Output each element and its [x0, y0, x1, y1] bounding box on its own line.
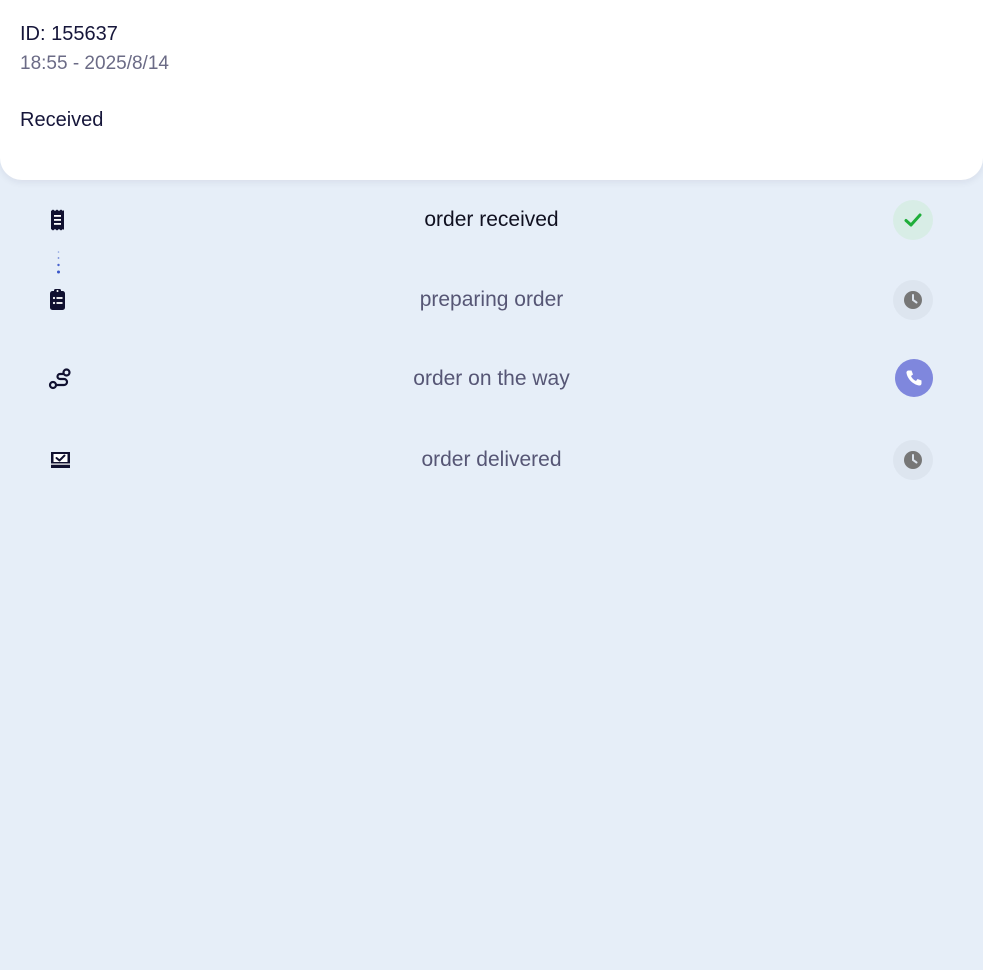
order-id: ID: 155637 — [20, 23, 118, 45]
check-icon — [904, 213, 922, 227]
phone-icon — [906, 370, 922, 386]
step-status-badge — [893, 200, 933, 240]
step-status-badge — [893, 280, 933, 320]
call-courier-button[interactable] — [895, 359, 933, 397]
clock-icon — [904, 291, 922, 309]
clock-icon — [904, 451, 922, 469]
step-status-badge — [893, 440, 933, 480]
step-order-on-the-way: order on the way — [0, 359, 983, 399]
order-header-card: ID: 155637 18:55 - 2025/8/14 Received — [0, 0, 983, 180]
step-preparing-order: preparing order — [0, 280, 983, 320]
step-label: preparing order — [419, 288, 564, 311]
step-connector-dots — [57, 251, 60, 274]
order-timestamp: 18:55 - 2025/8/14 — [20, 53, 169, 74]
step-label: order delivered — [421, 448, 562, 471]
step-label: order on the way — [413, 367, 570, 390]
step-order-received: order received — [0, 200, 983, 240]
order-status: Received — [20, 109, 104, 131]
step-label: order received — [424, 208, 559, 231]
step-order-delivered: order delivered — [0, 440, 983, 480]
